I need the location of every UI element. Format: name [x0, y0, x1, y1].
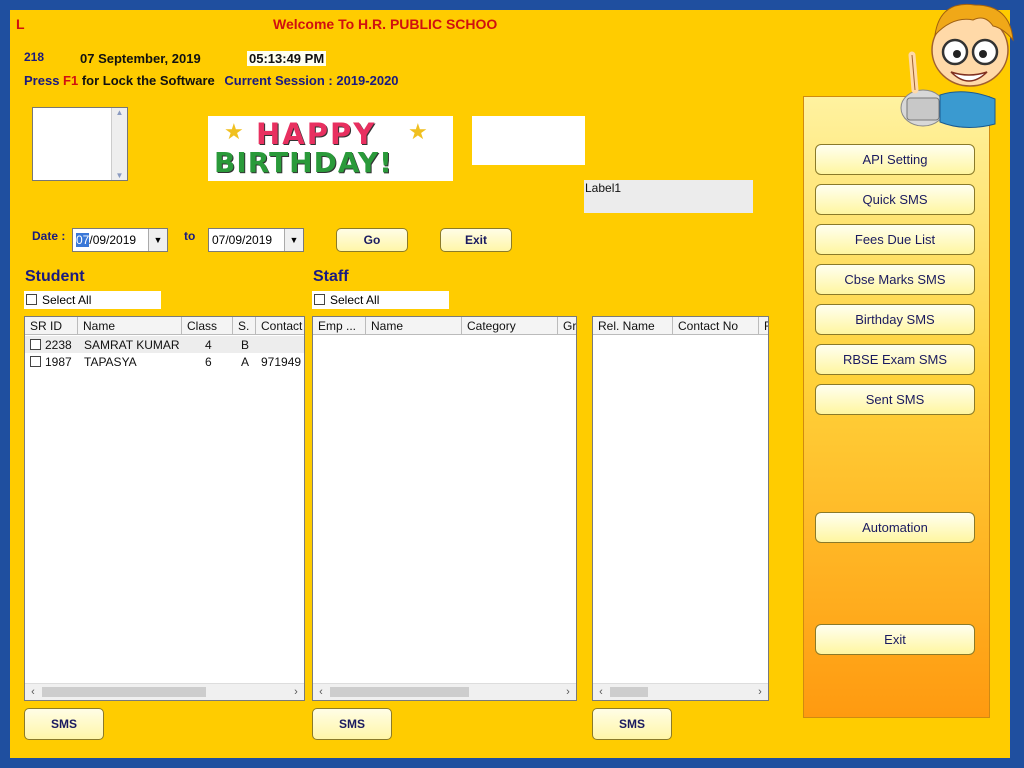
- staff-sms-button[interactable]: SMS: [312, 708, 392, 740]
- row-name: SAMRAT KUMAR: [84, 338, 180, 352]
- row-name: TAPASYA: [84, 355, 137, 369]
- to-date-picker[interactable]: 07/09/2019 ▼: [208, 228, 304, 252]
- welcome-title: Welcome To H.R. PUBLIC SCHOO: [273, 16, 498, 32]
- row-section: A: [241, 355, 250, 369]
- scroll-right-icon[interactable]: ›: [752, 684, 768, 700]
- banner-birthday: BIRTHDAY!: [214, 146, 393, 179]
- mascot-icon: [900, 3, 1014, 128]
- session-text: Current Session : 2019-2020: [224, 73, 399, 88]
- staff-hscrollbar[interactable]: ‹ ›: [313, 683, 576, 700]
- col-emp[interactable]: Emp ...: [313, 317, 366, 335]
- col-contact-no[interactable]: Contact No: [673, 317, 759, 335]
- row-sr-id: 2238: [45, 338, 72, 352]
- scroll-left-icon[interactable]: ‹: [593, 684, 609, 700]
- col-name[interactable]: Name: [78, 317, 182, 335]
- table-row[interactable]: 1987 TAPASYA 6 A 971949: [25, 353, 304, 370]
- chevron-down-icon[interactable]: ▼: [284, 229, 303, 251]
- col-sr-id[interactable]: SR ID: [25, 317, 78, 335]
- cbse-marks-sms-button[interactable]: Cbse Marks SMS: [815, 264, 975, 295]
- scroll-up-icon[interactable]: ▲: [112, 108, 127, 117]
- scroll-thumb[interactable]: [330, 687, 469, 697]
- select-all-label: Select All: [42, 293, 92, 307]
- col-class[interactable]: Class: [182, 317, 233, 335]
- photo-listbox[interactable]: ▲ ▼: [32, 107, 128, 181]
- row-class: 6: [205, 355, 212, 369]
- star-icon-right: ★: [408, 119, 428, 144]
- lock-text: for Lock the Software: [81, 73, 215, 88]
- current-date: 07 September, 2019: [80, 51, 201, 66]
- row-sr-id: 1987: [45, 355, 72, 369]
- relatives-sms-button[interactable]: SMS: [592, 708, 672, 740]
- to-date-value: 07/09/2019: [212, 233, 273, 247]
- api-setting-button[interactable]: API Setting: [815, 144, 975, 175]
- listbox-scrollbar[interactable]: ▲ ▼: [111, 108, 127, 180]
- select-all-checkbox[interactable]: [314, 294, 325, 305]
- col-category[interactable]: Category: [462, 317, 558, 335]
- birthday-banner: ★ ★ HAPPY BIRTHDAY!: [208, 116, 453, 181]
- scroll-down-icon[interactable]: ▼: [112, 171, 127, 180]
- lock-hint: Press F1 for Lock the Software Current S…: [24, 73, 399, 88]
- row-class: 4: [205, 338, 212, 352]
- row-section: B: [241, 338, 250, 352]
- staff-grid[interactable]: Emp ... Name Category Gr ‹ ›: [312, 316, 577, 701]
- col-contact[interactable]: Contact: [256, 317, 304, 335]
- scroll-left-icon[interactable]: ‹: [25, 684, 41, 700]
- quick-sms-button[interactable]: Quick SMS: [815, 184, 975, 215]
- from-date-rest: /09/2019: [89, 233, 137, 247]
- scroll-thumb[interactable]: [610, 687, 648, 697]
- scroll-right-icon[interactable]: ›: [288, 684, 304, 700]
- select-all-checkbox[interactable]: [26, 294, 37, 305]
- row-checkbox[interactable]: [30, 339, 41, 350]
- col-gr[interactable]: Gr: [558, 317, 576, 335]
- press-text: Press: [24, 73, 60, 88]
- automation-button[interactable]: Automation: [815, 512, 975, 543]
- select-all-label: Select All: [330, 293, 380, 307]
- student-title: Student: [25, 268, 85, 285]
- staff-title: Staff: [313, 268, 349, 285]
- photo-box: [472, 116, 585, 165]
- scroll-left-icon[interactable]: ‹: [313, 684, 329, 700]
- student-grid[interactable]: SR ID Name Class S. Contact 2238 SAMRAT …: [24, 316, 305, 701]
- from-date-picker[interactable]: 07/09/2019 ▼: [72, 228, 168, 252]
- label1: Label1: [584, 180, 753, 213]
- student-sms-button[interactable]: SMS: [24, 708, 104, 740]
- relatives-hscrollbar[interactable]: ‹ ›: [593, 683, 768, 700]
- col-r[interactable]: R: [759, 317, 768, 335]
- date-label: Date :: [32, 229, 66, 243]
- star-icon: ★: [224, 119, 244, 144]
- from-date-highlight: 07: [76, 233, 90, 247]
- go-button[interactable]: Go: [336, 228, 408, 252]
- table-row[interactable]: 2238 SAMRAT KUMAR 4 B: [25, 336, 304, 353]
- fees-due-list-button[interactable]: Fees Due List: [815, 224, 975, 255]
- student-hscrollbar[interactable]: ‹ ›: [25, 683, 304, 700]
- relatives-grid[interactable]: Rel. Name Contact No R ‹ ›: [592, 316, 769, 701]
- sent-sms-button[interactable]: Sent SMS: [815, 384, 975, 415]
- scroll-thumb[interactable]: [42, 687, 206, 697]
- exit-filter-button[interactable]: Exit: [440, 228, 512, 252]
- exit-button[interactable]: Exit: [815, 624, 975, 655]
- birthday-sms-button[interactable]: Birthday SMS: [815, 304, 975, 335]
- rbse-exam-sms-button[interactable]: RBSE Exam SMS: [815, 344, 975, 375]
- student-select-all[interactable]: Select All: [24, 291, 161, 309]
- current-time: 05:13:49 PM: [247, 51, 327, 66]
- row-contact: 971949: [261, 355, 302, 369]
- row-checkbox[interactable]: [30, 356, 41, 367]
- corner-letter: L: [16, 16, 25, 32]
- col-section[interactable]: S.: [233, 317, 256, 335]
- user-id: 218: [24, 50, 45, 64]
- col-rel-name[interactable]: Rel. Name: [593, 317, 673, 335]
- to-label: to: [184, 229, 196, 243]
- scroll-right-icon[interactable]: ›: [560, 684, 576, 700]
- staff-select-all[interactable]: Select All: [312, 291, 449, 309]
- f1-key: F1: [63, 73, 79, 88]
- col-name[interactable]: Name: [366, 317, 462, 335]
- chevron-down-icon[interactable]: ▼: [148, 229, 167, 251]
